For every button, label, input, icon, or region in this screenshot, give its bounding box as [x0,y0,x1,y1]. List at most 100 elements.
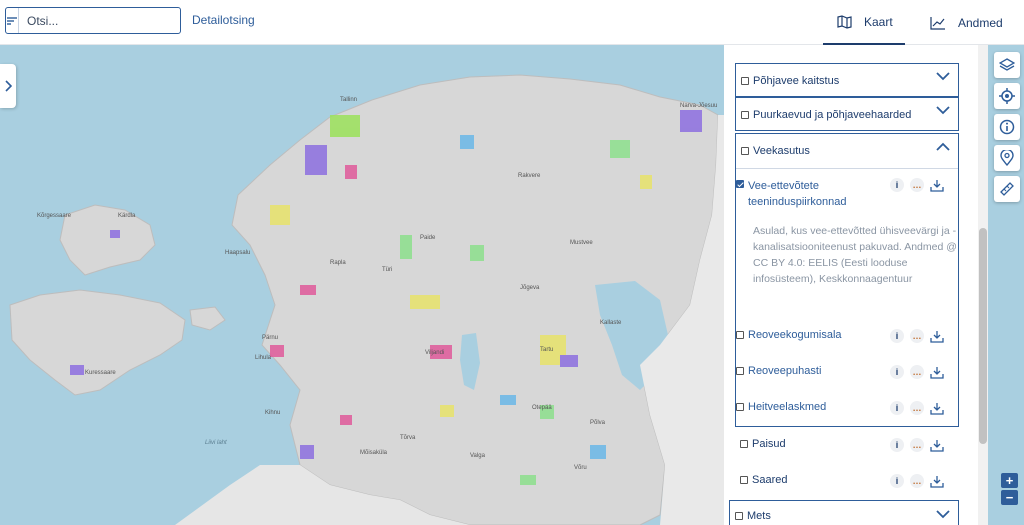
layer-item-heitveelaskmed[interactable]: Heitveelaskmed [736,401,826,413]
layer-actions: i … [890,438,980,452]
info-icon[interactable]: i [890,365,904,379]
layer-actions: i … [890,474,980,488]
group-label: Puurkaevud ja põhjaveehaarded [753,109,912,121]
map-place-label: Põlva [590,420,606,426]
map-place-label: Kallaste [600,320,622,326]
locate-button[interactable] [994,83,1020,109]
locate-icon [999,88,1015,104]
map-place-label: Tartu [540,347,554,353]
map-place-label: Paide [420,235,436,241]
layer-item-saared[interactable]: Saared [740,474,787,486]
zoom-in-button[interactable]: + [1001,473,1018,488]
layer-checkbox[interactable] [736,331,744,339]
pin-icon [1000,150,1014,166]
info-icon[interactable]: i [890,178,904,192]
download-icon[interactable] [930,330,944,343]
chevron-down-icon[interactable] [936,72,950,81]
map-place-label: Mustvee [570,240,593,246]
map-place-label: Jõgeva [520,285,540,291]
layer-label[interactable]: Reoveekogumisala [748,329,842,341]
map-place-label: Türi [382,267,393,273]
tab-data[interactable]: Andmed [930,0,1003,45]
layer-item-reoveepuhasti[interactable]: Reoveepuhasti [736,365,821,377]
filter-icon [7,16,17,25]
layer-actions: i … [890,329,980,343]
layer-checkbox[interactable] [740,440,748,448]
layer-item-paisud[interactable]: Paisud [740,438,786,450]
layer-checkbox[interactable] [736,367,744,375]
layer-label[interactable]: Heitveelaskmed [748,401,826,413]
info-icon[interactable]: i [890,438,904,452]
info-icon[interactable]: i [890,329,904,343]
chevron-down-icon[interactable] [936,510,950,519]
panel-scrollbar[interactable] [978,45,988,525]
download-icon[interactable] [930,366,944,379]
layers-icon [999,58,1015,71]
info-icon[interactable]: i [890,474,904,488]
legend-icon[interactable]: … [910,438,924,452]
group-checkbox[interactable] [741,147,749,155]
map-place-label: Pärnu [262,335,279,341]
download-icon[interactable] [930,439,944,452]
map-place-label: Mõisaküla [360,450,388,456]
tab-map-label: Kaart [864,14,893,29]
group-header[interactable]: Põhjavee kaitstus [736,64,960,98]
map-place-label: Viljandi [425,350,445,356]
layers-button[interactable] [994,52,1020,78]
info-icon[interactable]: i [890,401,904,415]
zoom-out-button[interactable]: − [1001,490,1018,505]
info-icon [999,119,1015,135]
group-checkbox[interactable] [741,111,749,119]
legend-icon[interactable]: … [910,178,924,192]
map-place-label: Võru [574,465,587,471]
map-place-label: Narva-Jõesuu [680,103,718,109]
map-place-label: Rapla [330,260,346,266]
panel-scroll-thumb[interactable] [979,228,987,444]
group-header[interactable]: Puurkaevud ja põhjaveehaarded [736,98,960,132]
layer-group-pohjavee-kaitstus[interactable]: Põhjavee kaitstus [735,63,959,97]
map-icon [837,14,852,29]
layer-checkbox[interactable] [736,403,744,411]
legend-icon[interactable]: … [910,401,924,415]
group-header[interactable]: Veekasutus [736,134,960,168]
layer-group-mets[interactable]: Mets [729,500,959,525]
top-bar: Detailotsing Kaart Andmed [0,0,1024,45]
tab-map[interactable]: Kaart [823,0,905,45]
map-place-label: Lihula [255,355,272,361]
group-checkbox[interactable] [735,512,743,520]
layer-checkbox[interactable] [740,476,748,484]
search-input[interactable] [19,8,182,33]
chart-icon [930,16,945,30]
map-place-label: Kihnu [265,410,281,416]
tab-data-label: Andmed [958,15,1003,30]
measure-button[interactable] [994,176,1020,202]
group-checkbox[interactable] [741,77,749,85]
legend-icon[interactable]: … [910,329,924,343]
layer-group-puurkaevud[interactable]: Puurkaevud ja põhjaveehaarded [735,97,959,131]
legend-icon[interactable]: … [910,474,924,488]
map-place-label: Haapsalu [225,250,251,256]
layer-label[interactable]: Reoveepuhasti [748,365,821,377]
chevron-right-icon [5,80,12,92]
download-icon[interactable] [930,402,944,415]
layer-actions: i … [890,401,980,415]
chevron-down-icon[interactable] [936,106,950,115]
chevron-up-icon[interactable] [936,142,950,151]
download-icon[interactable] [930,179,944,192]
sidebar-toggle[interactable] [0,64,16,108]
info-button[interactable] [994,114,1020,140]
layer-label[interactable]: Saared [752,474,787,486]
layer-checkbox[interactable] [736,180,744,188]
filter-button[interactable] [6,8,19,33]
group-label: Mets [747,510,771,522]
pin-button[interactable] [994,145,1020,171]
layer-label[interactable]: Vee-ettevõtete teeninduspiirkonnad [748,178,858,210]
map-place-label: Tallinn [340,97,358,103]
detail-search-link[interactable]: Detailotsing [192,13,255,27]
group-header[interactable]: Mets [730,501,954,525]
map-place-label: Kärdla [118,213,136,219]
layer-label[interactable]: Paisud [752,438,786,450]
layer-item-reoveekogumisala[interactable]: Reoveekogumisala [736,329,842,341]
download-icon[interactable] [930,475,944,488]
legend-icon[interactable]: … [910,365,924,379]
